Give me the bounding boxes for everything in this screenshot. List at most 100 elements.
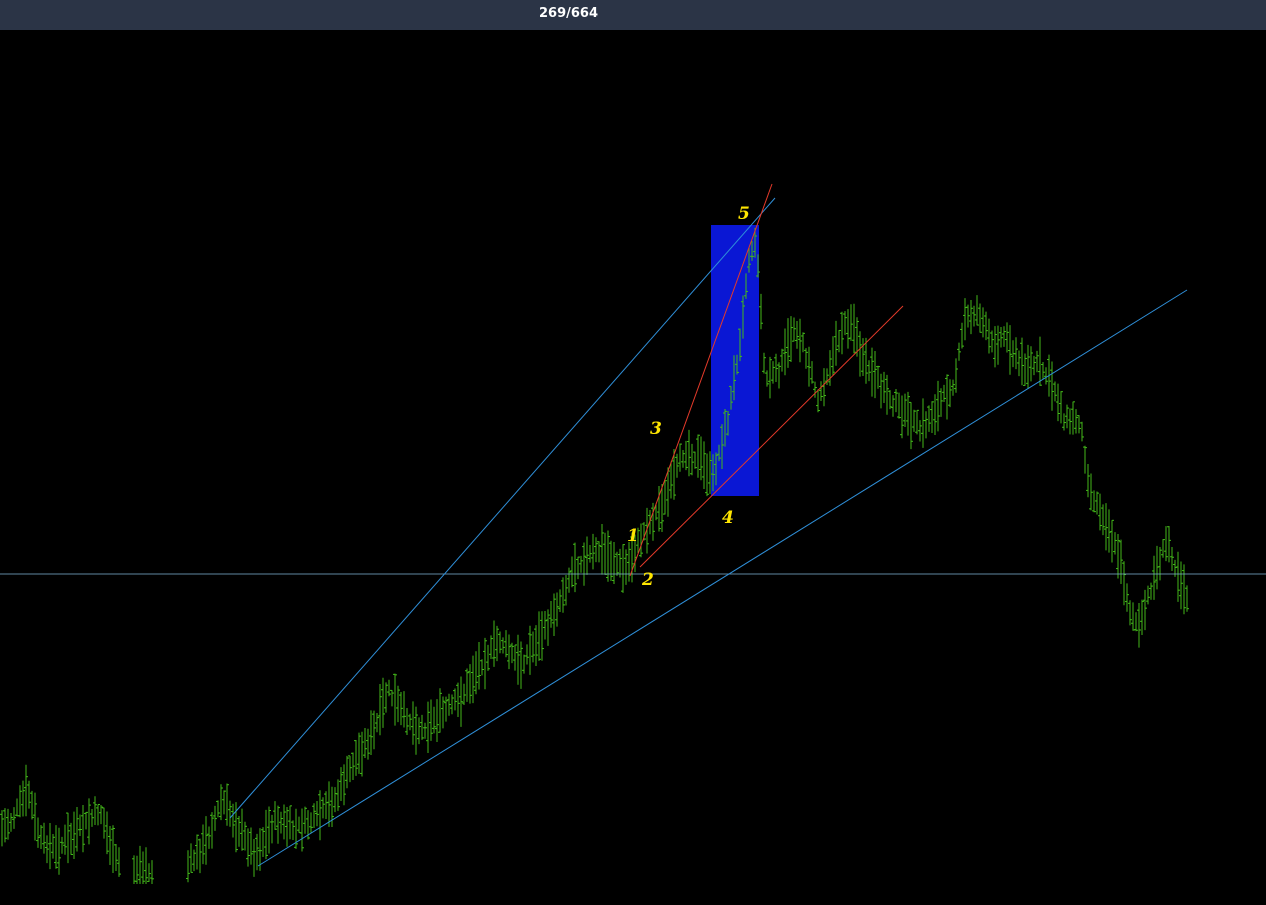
price-bar <box>465 668 469 702</box>
price-bar <box>297 816 301 834</box>
price-bar <box>384 682 388 713</box>
price-bar <box>894 388 898 413</box>
price-bar <box>837 329 841 353</box>
price-bar <box>1038 336 1042 386</box>
price-bar <box>834 320 838 366</box>
price-bar <box>1101 504 1105 536</box>
price-bar <box>576 556 580 580</box>
price-bar <box>831 336 835 376</box>
price-bar <box>222 790 226 815</box>
price-bar <box>66 812 70 864</box>
price-bar <box>522 654 526 674</box>
price-bar <box>240 808 244 851</box>
price-bar <box>789 316 793 362</box>
price-bar <box>804 348 808 369</box>
price-bar <box>1035 350 1039 373</box>
price-bar <box>681 450 685 468</box>
price-bar <box>21 780 25 817</box>
price-bar <box>873 351 877 399</box>
price-bar <box>105 811 109 855</box>
price-bar <box>780 348 784 372</box>
price-bar <box>924 411 928 439</box>
price-bar <box>759 293 763 330</box>
price-bar <box>15 798 19 817</box>
price-bar <box>9 813 13 832</box>
price-bar <box>588 544 592 563</box>
price-bar <box>315 800 319 827</box>
price-bar <box>765 370 769 387</box>
price-bar <box>111 825 115 873</box>
price-bar <box>1161 539 1165 558</box>
price-bar <box>624 549 628 585</box>
price-bar <box>519 641 523 689</box>
price-bar <box>1098 493 1102 531</box>
price-bar <box>879 373 883 409</box>
price-bar <box>3 808 7 843</box>
top-bar: 269/664 <box>0 0 1266 30</box>
price-bar <box>675 453 679 478</box>
price-bar <box>201 824 205 865</box>
price-bar <box>51 834 55 859</box>
price-bar <box>1110 519 1114 563</box>
price-bar <box>204 816 208 865</box>
price-bar <box>480 659 484 676</box>
price-bar <box>546 609 550 646</box>
price-bar <box>249 827 253 865</box>
price-bars-layer <box>0 227 1189 884</box>
price-bar <box>318 790 322 841</box>
price-bar <box>684 440 688 471</box>
price-bar <box>390 689 394 707</box>
price-bar <box>1119 539 1123 584</box>
price-bar <box>0 810 4 847</box>
price-bar <box>216 800 220 818</box>
price-bar <box>810 361 814 384</box>
price-bar <box>846 309 850 349</box>
price-bar <box>1020 337 1024 386</box>
price-bar <box>909 401 913 450</box>
price-bar <box>1002 326 1006 347</box>
price-bar <box>960 322 964 349</box>
price-bar <box>897 392 901 419</box>
price-bar <box>591 533 595 570</box>
price-bar <box>885 374 889 415</box>
price-bar <box>555 592 559 627</box>
price-bar <box>267 806 271 854</box>
price-bar <box>336 779 340 811</box>
price-bar <box>672 449 676 500</box>
price-bar <box>186 850 190 883</box>
price-bar <box>585 536 589 575</box>
price-bar <box>1083 445 1087 474</box>
price-bar <box>543 611 547 640</box>
price-bar <box>84 811 88 830</box>
price-bar <box>1029 346 1033 382</box>
price-bar <box>309 812 313 834</box>
price-bar <box>705 453 709 497</box>
frame-counter: 269/664 <box>539 6 599 21</box>
price-bar <box>840 311 844 355</box>
price-bar <box>1113 532 1117 555</box>
price-bar <box>285 806 289 847</box>
price-bar <box>399 692 403 726</box>
price-bar <box>888 390 892 410</box>
price-bar <box>45 835 49 864</box>
price-bar <box>615 551 619 576</box>
price-bar <box>471 655 475 704</box>
price-bar <box>1152 555 1156 600</box>
price-bar <box>27 780 31 809</box>
price-bar <box>822 368 826 407</box>
price-bar <box>948 379 952 408</box>
price-bar <box>492 620 496 667</box>
price-bar <box>108 825 112 866</box>
price-bar <box>852 303 856 354</box>
price-bar <box>273 801 277 830</box>
price-bar <box>1050 361 1054 411</box>
price-bar <box>690 443 694 476</box>
price-bar <box>483 637 487 690</box>
price-bar <box>114 844 118 872</box>
price-bar <box>81 804 85 853</box>
price-bar <box>18 785 22 818</box>
price-bar <box>474 651 478 695</box>
price-bar <box>912 409 916 432</box>
price-bar <box>696 434 700 478</box>
price-bar <box>54 825 58 869</box>
